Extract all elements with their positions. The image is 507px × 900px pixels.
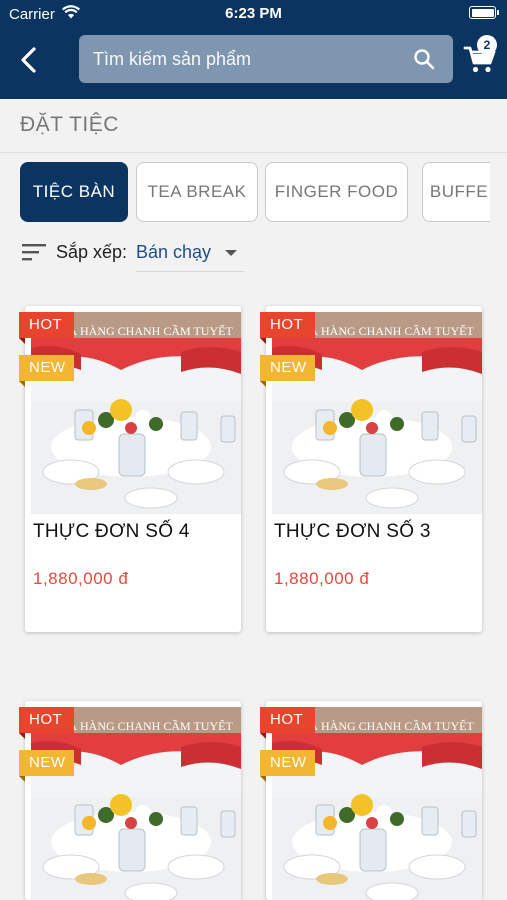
product-image[interactable]: NHÀ HÀNG CHANH CẦM TUYẾT [31, 312, 241, 514]
new-tag: NEW [19, 355, 74, 381]
category-tabs: TIỆC BÀN TEA BREAK FINGER FOOD BUFFE [0, 162, 490, 224]
sort-dropdown[interactable]: Bán chạy [136, 242, 244, 272]
product-name[interactable]: THỰC ĐƠN SỐ 3 [274, 521, 431, 543]
sort-value: Bán chạy [136, 242, 212, 262]
search-icon[interactable] [413, 48, 435, 70]
chevron-down-icon [225, 250, 237, 256]
sort-label: Sắp xếp: [56, 242, 128, 262]
tag-fold [19, 776, 25, 782]
app-header: Carrier 6:23 PM 2 [0, 0, 507, 99]
product-image[interactable]: NHÀ HÀNG CHANH CẦM TUYẾT [272, 312, 482, 514]
product-card[interactable]: NHÀ HÀNG CHANH CẦM TUYẾT HOT NEW [19, 701, 241, 900]
tab-tiec-ban[interactable]: TIỆC BÀN [20, 162, 128, 222]
divider [0, 152, 507, 153]
watermark-text: NHÀ HÀNG CHANH CẦM TUYẾT [51, 719, 233, 733]
tag-fold [260, 381, 266, 387]
new-tag: NEW [260, 355, 315, 381]
hot-tag: HOT [260, 312, 315, 338]
search-bar[interactable] [79, 35, 453, 83]
hot-tag: HOT [19, 312, 74, 338]
product-image[interactable]: NHÀ HÀNG CHANH CẦM TUYẾT [272, 707, 482, 900]
new-tag: NEW [260, 750, 315, 776]
hot-tag: HOT [260, 707, 315, 733]
clock: 6:23 PM [225, 5, 282, 22]
status-bar: Carrier 6:23 PM [0, 0, 507, 28]
tag-fold [260, 338, 266, 344]
page-title: ĐẶT TIỆC [20, 113, 119, 136]
hot-tag: HOT [19, 707, 74, 733]
product-card[interactable]: NHÀ HÀNG CHANH CẦM TUYẾT HOT NEW THỰC ĐƠ… [260, 306, 482, 632]
new-tag: NEW [19, 750, 74, 776]
product-card[interactable]: NHÀ HÀNG CHANH CẦM TUYẾT HOT NEW [260, 701, 482, 900]
product-price: 1,880,000 đ [274, 569, 370, 588]
product-image[interactable]: NHÀ HÀNG CHANH CẦM TUYẾT [31, 707, 241, 900]
product-name[interactable]: THỰC ĐƠN SỐ 4 [33, 521, 190, 543]
back-arrow-icon[interactable] [14, 44, 44, 76]
battery-icon [469, 6, 499, 19]
product-price: 1,880,000 đ [33, 569, 129, 588]
sort-icon[interactable] [22, 242, 46, 262]
tag-fold [260, 733, 266, 739]
watermark-text: NHÀ HÀNG CHANH CẦM TUYẾT [292, 719, 474, 733]
tag-fold [260, 776, 266, 782]
cart-count-badge: 2 [477, 35, 497, 55]
tag-fold [19, 733, 25, 739]
search-input[interactable] [79, 35, 453, 83]
watermark-text: NHÀ HÀNG CHANH CẦM TUYẾT [292, 324, 474, 338]
product-card[interactable]: NHÀ HÀNG CHANH CẦM TUYẾT HOT NEW THỰC ĐƠ… [19, 306, 241, 632]
tab-finger-food[interactable]: FINGER FOOD [265, 162, 408, 222]
tab-buffet[interactable]: BUFFE [422, 162, 490, 222]
watermark-text: NHÀ HÀNG CHANH CẦM TUYẾT [51, 324, 233, 338]
tag-fold [19, 381, 25, 387]
tag-fold [19, 338, 25, 344]
tab-tea-break[interactable]: TEA BREAK [136, 162, 258, 222]
